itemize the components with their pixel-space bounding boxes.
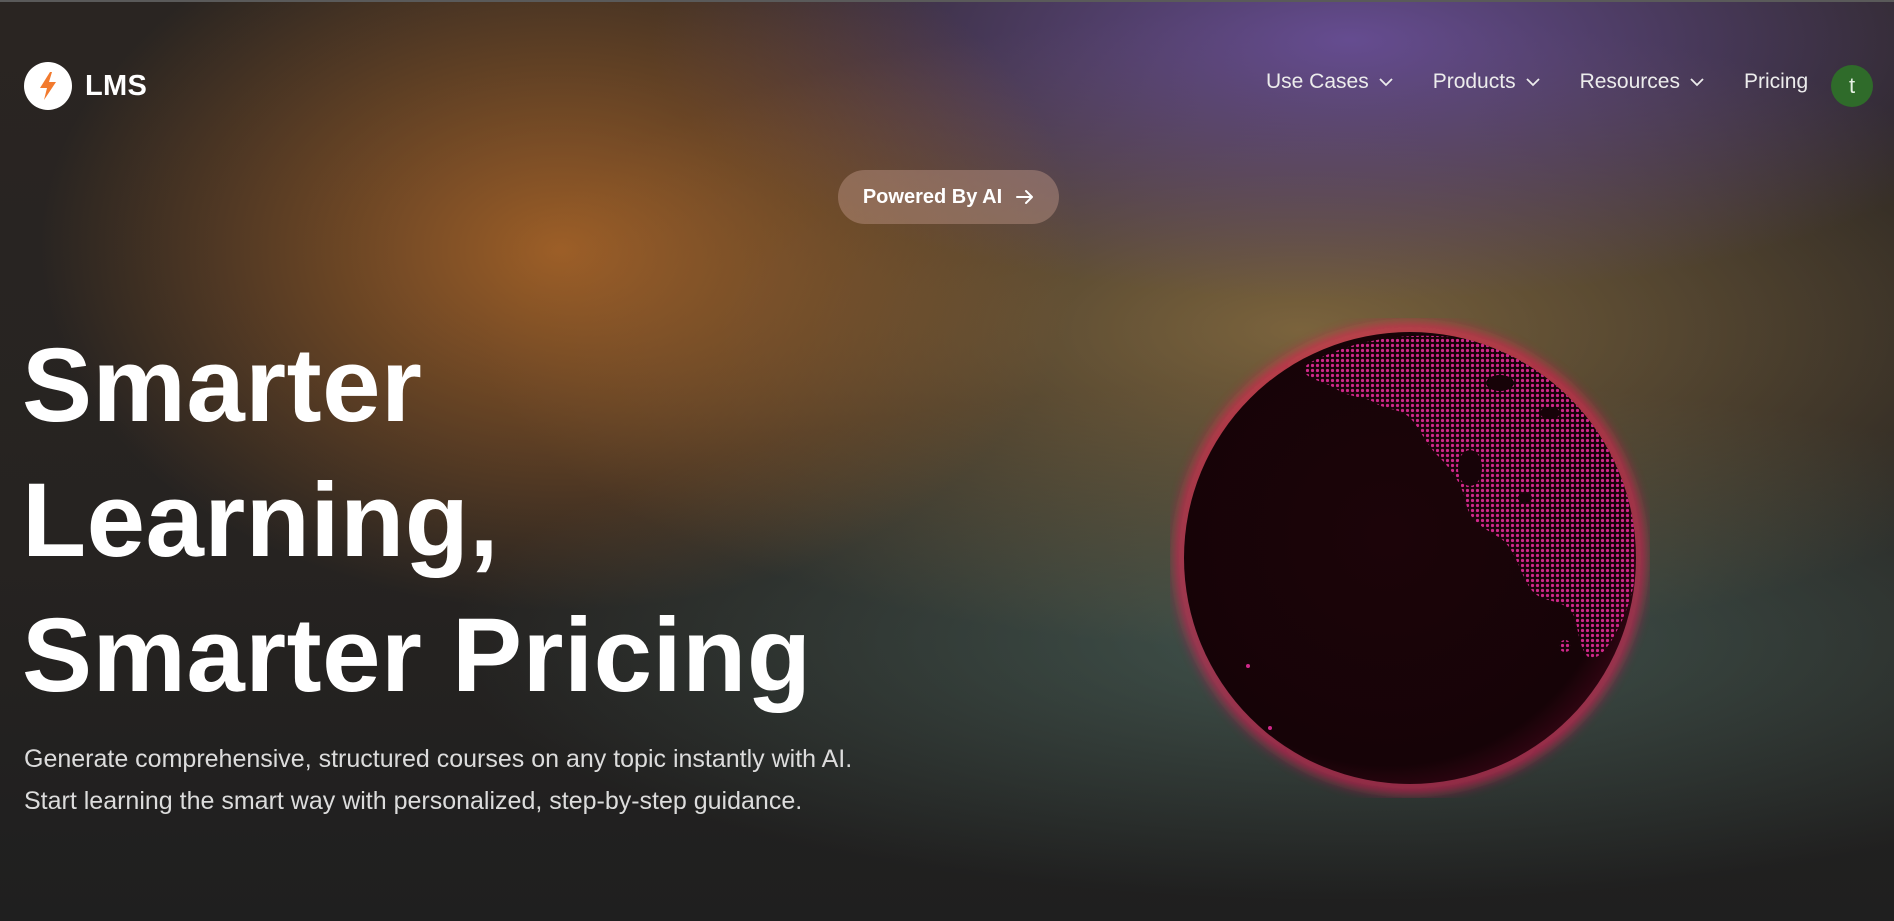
nav-use-cases[interactable]: Use Cases	[1266, 70, 1393, 94]
brand-logo[interactable]: LMS	[24, 62, 147, 110]
user-avatar[interactable]: t	[1831, 65, 1873, 107]
dotted-globe-graphic	[1177, 325, 1643, 791]
landing-page: LMS Use Cases Products Resources Pricing…	[0, 0, 1894, 921]
nav-pricing-label: Pricing	[1743, 70, 1809, 93]
nav-products-label: Products	[1432, 70, 1516, 93]
hero-subtext: Generate comprehensive, structured cours…	[24, 745, 853, 815]
powered-by-ai-button[interactable]: Powered By AI	[838, 170, 1059, 224]
arrow-right-icon	[1016, 190, 1034, 204]
logo-badge	[24, 62, 72, 110]
chevron-down-icon	[1690, 77, 1704, 86]
chevron-down-icon	[1379, 77, 1393, 86]
avatar-initial: t	[1848, 73, 1856, 98]
lightning-bolt-icon	[40, 72, 56, 100]
nav-resources-label: Resources	[1579, 70, 1680, 93]
hero-headline: Smarter Learning, Smarter Pricing	[22, 318, 811, 723]
nav-products[interactable]: Products	[1433, 70, 1540, 94]
chevron-down-icon	[1525, 77, 1540, 86]
nav-resources[interactable]: Resources	[1580, 70, 1704, 94]
headline-line-2: Learning,	[22, 462, 500, 579]
headline-line-1: Smarter	[22, 327, 423, 444]
powered-by-ai-label: Powered By AI	[862, 185, 1003, 208]
nav-pricing[interactable]: Pricing	[1744, 70, 1808, 94]
nav-use-cases-label: Use Cases	[1266, 70, 1369, 93]
brand-name: LMS	[85, 69, 148, 102]
top-border	[0, 0, 1894, 2]
main-nav: Use Cases Products Resources Pricing	[1266, 70, 1848, 94]
headline-line-3: Smarter Pricing	[22, 597, 812, 714]
